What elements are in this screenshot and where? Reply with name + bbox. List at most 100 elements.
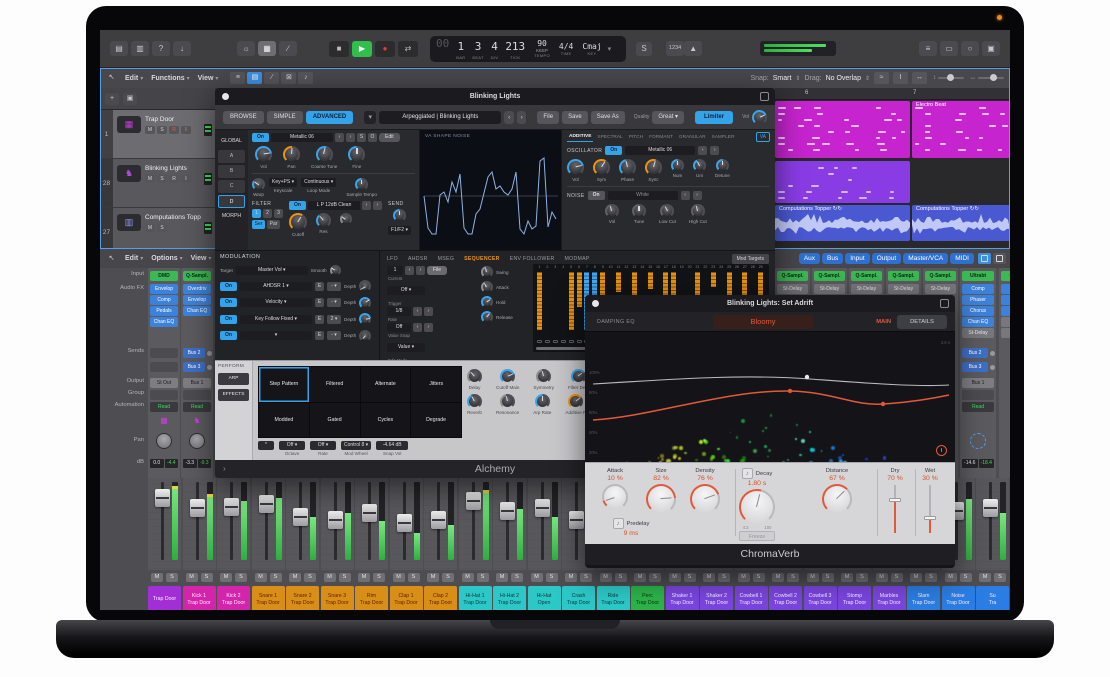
loopmode-select[interactable]: Continuous ▾ (301, 178, 336, 187)
mute-button[interactable]: M (565, 573, 577, 582)
tab-details[interactable]: DETAILS (897, 315, 947, 329)
mod-on-button[interactable]: On (220, 315, 237, 324)
knob-Delay[interactable] (467, 369, 482, 384)
pencil-icon[interactable]: ∕ (279, 41, 297, 56)
pencil-tool-icon[interactable]: ∕ (264, 72, 279, 84)
mod-source-select[interactable]: Velocity ▾ (240, 298, 312, 307)
send-knob[interactable] (393, 209, 406, 222)
seq-file-button[interactable]: File (427, 266, 447, 275)
channel-name-label[interactable]: StompTrap Door (838, 586, 871, 610)
solo-button[interactable]: S (891, 573, 903, 582)
channel-fader-strip[interactable] (183, 478, 216, 570)
pan-knob[interactable] (189, 433, 205, 449)
channel-fader-strip[interactable] (217, 478, 250, 570)
fader-handle[interactable] (569, 511, 584, 529)
room-type-select[interactable]: Bloomy (713, 315, 813, 329)
filter-output[interactable]: Output (872, 253, 902, 264)
snapshot-pad-modded[interactable]: Modded (259, 403, 309, 438)
stop-button[interactable]: ■ (329, 41, 349, 57)
knob-Hold[interactable] (481, 296, 493, 308)
channel-name-label[interactable]: MarblesTrap Door (873, 586, 906, 610)
sequencer-step[interactable] (577, 272, 582, 307)
fader-handle[interactable] (535, 499, 550, 517)
reverb-visualizer[interactable]: 3.6 s 100%80%60%40%20% (585, 332, 955, 462)
audio-fx-slot[interactable]: Chan EQ (962, 317, 994, 327)
mod-e-button[interactable]: E (315, 298, 324, 307)
knob-Additive P[interactable] (568, 394, 583, 409)
depth-knob[interactable] (359, 297, 371, 309)
channel-fader-strip[interactable] (355, 478, 388, 570)
solo-button[interactable]: S (615, 573, 627, 582)
mute-button[interactable]: M (186, 573, 198, 582)
input-slot[interactable]: Q-Sampl. (925, 271, 956, 281)
mod-wheel-select[interactable]: Control 8 ▾ (341, 441, 371, 450)
step-tie-toggle[interactable] (553, 340, 558, 343)
audio-fx-slot[interactable]: Ch (1001, 295, 1010, 305)
channel-strip-dmd[interactable]: DMDEnvelopCompPedalsChan EQSt OutRead▦0.… (148, 268, 180, 478)
rate-prev-icon[interactable]: ‹ (413, 323, 422, 332)
knob-Fine[interactable] (348, 146, 365, 163)
solo-button[interactable]: S (787, 573, 799, 582)
disclosure-icon[interactable]: › (223, 460, 226, 478)
text-tool-icon[interactable]: I (893, 72, 908, 84)
knob-Coarse Tune[interactable] (316, 146, 333, 163)
channel-fader-strip[interactable] (976, 478, 1009, 570)
sequencer-step[interactable] (711, 272, 716, 287)
input-slot[interactable]: Q-Sampl. (814, 271, 845, 281)
mute-button[interactable]: M (358, 573, 370, 582)
mod-tab-modmap[interactable]: MODMAP (565, 256, 590, 262)
sequencer-step[interactable] (648, 272, 653, 289)
perform-settings-button[interactable]: * (258, 441, 274, 450)
input-slot[interactable]: Q-Sampl. (851, 271, 882, 281)
solo-button[interactable]: S (270, 573, 282, 582)
fader-handle[interactable] (397, 514, 412, 532)
waveform-zoom-icon[interactable]: ≈ (874, 72, 889, 84)
knob-Arp Rate[interactable] (535, 394, 550, 409)
fader-handle[interactable] (190, 499, 205, 517)
v-zoom-slider[interactable]: ↕ (933, 75, 964, 81)
mute-button[interactable]: M (145, 126, 155, 134)
output-slot[interactable]: Bus 1 (183, 378, 211, 388)
audio-fx-slot[interactable]: Phaser (962, 295, 994, 305)
audio-fx-slot[interactable]: St-Delay (814, 284, 845, 294)
mod-targets-button[interactable]: Mod Targets (732, 254, 769, 264)
source-tab-a[interactable]: A (218, 150, 245, 163)
channel-name-label[interactable]: Trap Door (148, 586, 181, 610)
knob-Phase[interactable] (619, 159, 636, 176)
knob-Uni[interactable] (693, 159, 706, 172)
mute-button[interactable]: M (772, 573, 784, 582)
audio-fx-slot[interactable]: Envelop (150, 284, 178, 294)
channel-name-label[interactable]: Kick 1Trap Door (183, 586, 216, 610)
metronome-button[interactable]: ▲ (684, 41, 702, 56)
solo-button[interactable]: S (166, 573, 178, 582)
sync-note-icon[interactable]: ♪ (742, 468, 753, 479)
mute-button[interactable]: M (462, 573, 474, 582)
audio-fx-slot[interactable]: Cl (1001, 284, 1010, 294)
snapshot-pad-jitters[interactable]: Jitters (411, 367, 461, 402)
link-icon[interactable] (760, 92, 769, 101)
mute-button[interactable]: M (841, 573, 853, 582)
filter-type-select[interactable]: L P 12dB Clean (308, 201, 360, 210)
solo-button[interactable]: S (235, 573, 247, 582)
snap-select[interactable]: Smart (773, 75, 792, 82)
mod-on-button[interactable]: On (220, 298, 237, 307)
source-tab-d[interactable]: D (218, 195, 245, 208)
filter-input[interactable]: Input (845, 253, 869, 264)
knob-Symmetry[interactable] (536, 369, 551, 384)
pan-knob[interactable] (156, 433, 172, 449)
channel-fader-strip[interactable] (286, 478, 319, 570)
oscillator-name-field[interactable]: Metallic 06 (625, 146, 695, 155)
channel-name-label[interactable]: Snare 1Trap Door (252, 586, 285, 610)
output-slot[interactable]: St Out (150, 378, 178, 388)
master-vol-knob[interactable] (752, 110, 767, 125)
tab-effects[interactable]: EFFECTS (218, 389, 249, 401)
solo-button[interactable]: S (157, 224, 167, 232)
send-dest-select[interactable]: F1/F2 ▾ (388, 226, 411, 235)
seq-snap-select[interactable]: Value ▾ (387, 343, 425, 352)
channel-name-label[interactable]: Kick 2Trap Door (217, 586, 250, 610)
input-slot[interactable]: Ultrabt (962, 271, 994, 281)
solo-button[interactable]: S (511, 573, 523, 582)
filter-master-vca[interactable]: Master/VCA (903, 253, 948, 264)
distance-knob[interactable] (822, 484, 852, 514)
knob-Filter Deg[interactable] (571, 369, 586, 384)
